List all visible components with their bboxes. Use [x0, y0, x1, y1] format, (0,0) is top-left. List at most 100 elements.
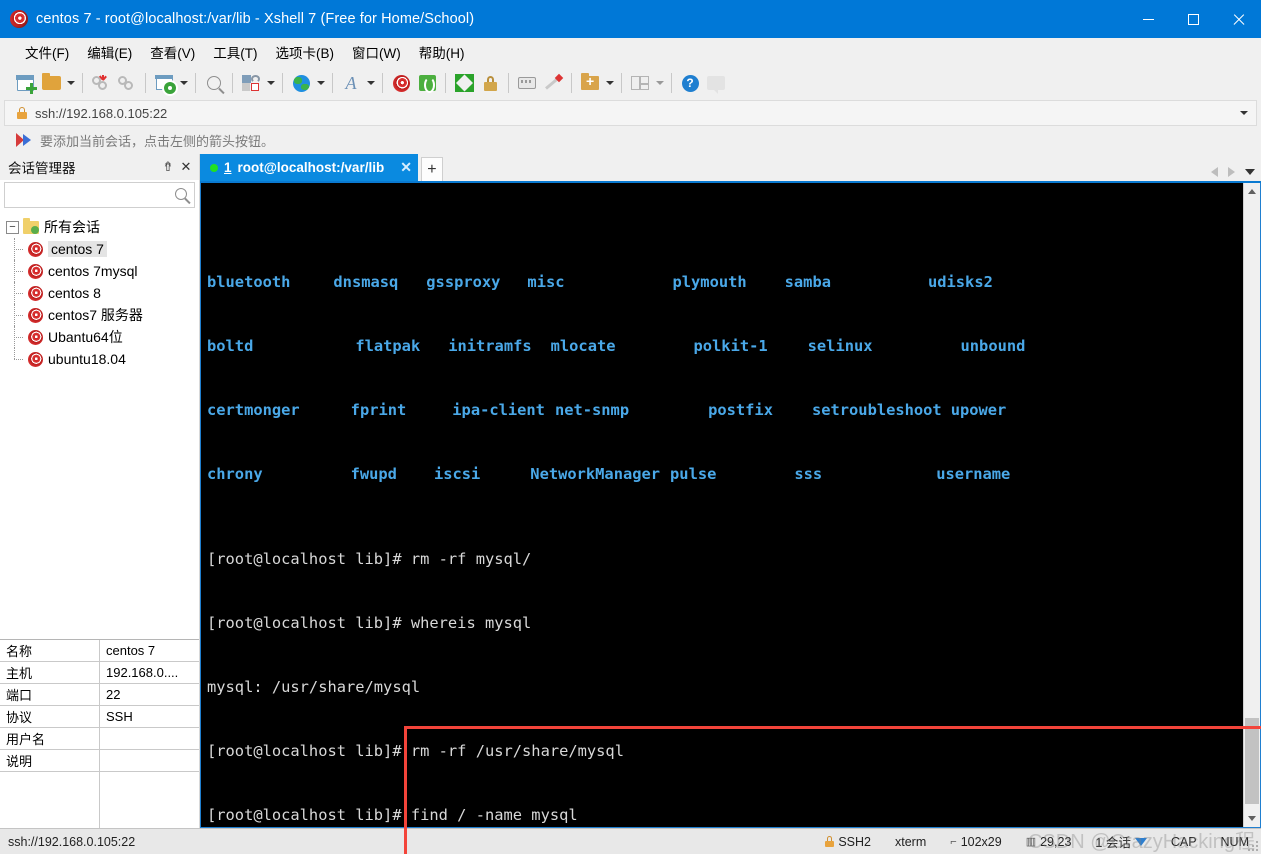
table-row: 端口 22 — [0, 684, 199, 706]
menu-view[interactable]: 查看(V) — [141, 39, 204, 65]
chevron-down-icon[interactable] — [1245, 169, 1255, 175]
title-bar: centos 7 - root@localhost:/var/lib - Xsh… — [0, 0, 1261, 38]
tab-label: root@localhost:/var/lib — [237, 160, 385, 175]
toolbar-separator — [445, 73, 446, 93]
menu-help[interactable]: 帮助(H) — [410, 39, 474, 65]
lock-icon[interactable] — [477, 70, 503, 96]
dir-name: mlocate — [550, 337, 616, 356]
dir-name: samba — [784, 273, 831, 292]
link-icon[interactable] — [114, 70, 140, 96]
xshell-icon[interactable] — [388, 70, 414, 96]
sidebar-item-centos-7[interactable]: centos 7 — [6, 238, 199, 260]
close-icon[interactable]: ✕ — [400, 159, 412, 176]
properties-icon[interactable] — [151, 70, 177, 96]
menu-tools[interactable]: 工具(T) — [204, 39, 266, 65]
open-folder-icon[interactable] — [38, 70, 64, 96]
open-folder-dropdown-icon[interactable] — [64, 70, 77, 96]
prop-key: 名称 — [0, 640, 100, 661]
keyboard-icon[interactable] — [514, 70, 540, 96]
dir-name: selinux — [807, 337, 873, 356]
scrollbar-thumb[interactable] — [1245, 718, 1259, 804]
session-search-input[interactable] — [4, 182, 195, 208]
menu-tabs[interactable]: 选项卡(B) — [267, 39, 344, 65]
transfer-down-icon — [1134, 837, 1147, 846]
scroll-down-icon[interactable] — [1244, 810, 1260, 827]
terminal-line: [root@localhost lib]# whereis mysql — [207, 613, 532, 632]
prop-key: 端口 — [0, 684, 100, 705]
menu-file[interactable]: 文件(F) — [16, 39, 78, 65]
chevron-left-icon[interactable] — [1211, 167, 1218, 177]
font-icon[interactable]: A — [338, 70, 364, 96]
prop-key: 主机 — [0, 662, 100, 683]
fullscreen-icon[interactable] — [451, 70, 477, 96]
file-transfer-icon[interactable] — [238, 70, 264, 96]
menu-window[interactable]: 窗口(W) — [343, 39, 410, 65]
dir-name: sss — [794, 464, 823, 483]
sidebar-item-centos7-server[interactable]: centos7 服务器 — [6, 304, 199, 326]
sidebar-item-ubuntu1804[interactable]: ubuntu18.04 — [6, 348, 199, 370]
address-dropdown-icon[interactable] — [1240, 111, 1248, 115]
prop-key: 说明 — [0, 750, 100, 771]
close-icon[interactable]: ✕ — [177, 157, 195, 177]
sidebar-item-centos-8[interactable]: centos 8 — [6, 282, 199, 304]
minimize-icon — [1143, 18, 1154, 20]
file-transfer-dropdown-icon[interactable] — [264, 70, 277, 96]
scrollbar-track[interactable] — [1244, 200, 1260, 810]
terminal-line: [root@localhost lib]# rm -rf mysql/ — [207, 550, 532, 569]
search-icon — [175, 188, 187, 200]
globe-dropdown-icon[interactable] — [314, 70, 327, 96]
table-filler — [0, 772, 199, 828]
font-dropdown-icon[interactable] — [364, 70, 377, 96]
layout-dropdown-icon[interactable] — [653, 70, 666, 96]
dir-name: net-snmp — [554, 400, 630, 419]
add-folder-dropdown-icon[interactable] — [603, 70, 616, 96]
address-bar[interactable]: ssh://192.168.0.105:22 — [4, 100, 1257, 126]
new-tab-button[interactable]: + — [420, 157, 443, 181]
status-url: ssh://192.168.0.105:22 — [8, 834, 136, 849]
tab-root-localhost[interactable]: 1 root@localhost:/var/lib ✕ — [200, 154, 418, 181]
properties-dropdown-icon[interactable] — [177, 70, 190, 96]
session-icon — [28, 351, 43, 367]
maximize-button[interactable] — [1171, 0, 1216, 38]
minimize-button[interactable] — [1126, 0, 1171, 38]
window-title: centos 7 - root@localhost:/var/lib - Xsh… — [36, 11, 475, 27]
xftp-icon[interactable] — [414, 70, 440, 96]
pin-icon[interactable]: ⇮ — [159, 157, 177, 177]
prop-value: 192.168.0.... — [106, 665, 179, 680]
tree-collapse-toggle[interactable]: − — [6, 220, 19, 234]
menu-edit[interactable]: 编辑(E) — [78, 39, 141, 65]
folder-icon — [23, 217, 39, 234]
sidebar-item-ubantu64[interactable]: Ubantu64位 — [6, 326, 199, 348]
close-icon — [1232, 13, 1245, 26]
status-size-label: 102x29 — [960, 834, 1002, 849]
layout-icon[interactable] — [627, 70, 653, 96]
find-icon[interactable] — [201, 70, 227, 96]
terminal-listing-row: boltd flatpak initramfs mlocate polkit-1 seli… — [207, 336, 1243, 357]
terminal-line: [root@localhost lib]# rm -rf /usr/share/… — [207, 741, 624, 760]
help-icon[interactable]: ? — [677, 70, 703, 96]
terminal-screen[interactable]: bluetooth dnsmasq gssproxy misc plymouth samb… — [201, 183, 1243, 827]
session-manager-title: 会话管理器 — [8, 161, 76, 176]
session-manager-panel: 会话管理器 ⇮ ✕ − 所有会话 centos 7 centos 7mysql … — [0, 154, 200, 828]
prop-key: 用户名 — [0, 728, 100, 749]
sidebar-item-centos-7mysql[interactable]: centos 7mysql — [6, 260, 199, 282]
add-folder-icon[interactable] — [577, 70, 603, 96]
scroll-up-icon[interactable] — [1244, 183, 1260, 200]
chevron-right-icon[interactable] — [1228, 167, 1235, 177]
tree-line — [14, 271, 23, 272]
cursor-position-icon: ▥ — [1025, 836, 1037, 848]
terminal-scrollbar[interactable] — [1243, 183, 1260, 827]
dir-name: username — [936, 464, 1011, 483]
resize-grip-icon[interactable] — [1247, 840, 1259, 852]
tree-root-all-sessions[interactable]: − 所有会话 — [6, 216, 199, 238]
close-button[interactable] — [1216, 0, 1261, 38]
toolbar-separator — [571, 73, 572, 93]
dir-name: pulse — [670, 464, 717, 483]
globe-icon[interactable] — [288, 70, 314, 96]
feedback-icon[interactable] — [703, 70, 729, 96]
address-input[interactable]: ssh://192.168.0.105:22 — [35, 106, 167, 121]
new-session-icon[interactable] — [12, 70, 38, 96]
dir-name: fwupd — [350, 464, 397, 483]
disconnect-icon[interactable] — [88, 70, 114, 96]
highlight-pen-icon[interactable] — [540, 70, 566, 96]
